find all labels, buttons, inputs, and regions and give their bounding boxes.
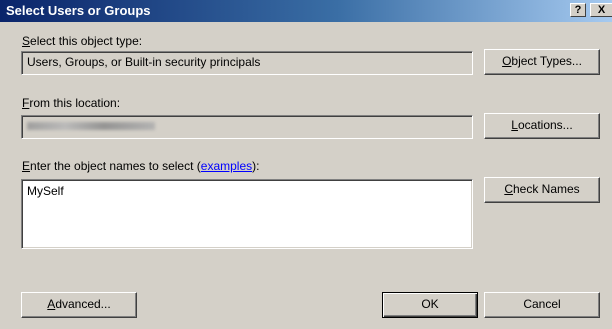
help-button[interactable]: ? (570, 3, 586, 17)
examples-link[interactable]: examples (201, 159, 252, 173)
locations-button-label: ocations... (517, 118, 573, 132)
locations-accesskey: L (511, 118, 518, 132)
names-accesskey: E (22, 159, 31, 173)
object-type-field: Users, Groups, or Built-in security prin… (21, 51, 473, 75)
names-label-suffix: ): (252, 159, 260, 173)
object-type-accesskey: S (22, 34, 31, 48)
locations-button[interactable]: Locations... (484, 113, 600, 139)
cancel-button-label: Cancel (523, 297, 561, 311)
object-types-button-label: bject Types... (511, 54, 582, 68)
check-names-accesskey: C (504, 182, 513, 196)
advanced-button-label: dvanced... (55, 297, 111, 311)
close-button[interactable]: X (590, 3, 612, 17)
object-names-input[interactable]: MySelf (21, 179, 473, 249)
object-type-value: Users, Groups, or Built-in security prin… (27, 55, 261, 69)
object-types-button[interactable]: Object Types... (484, 49, 600, 75)
help-icon: ? (574, 4, 582, 16)
object-names-value: MySelf (27, 184, 64, 198)
advanced-button[interactable]: Advanced... (21, 292, 137, 318)
check-names-button-label: heck Names (512, 182, 580, 196)
ok-button[interactable]: OK (382, 292, 478, 318)
object-type-label: Select this object type: (22, 34, 142, 48)
location-label: From this location: (22, 96, 120, 110)
object-type-label-text: elect this object type: (30, 34, 143, 48)
check-names-button[interactable]: Check Names (484, 177, 600, 203)
title-bar[interactable]: Select Users or Groups ? X (0, 0, 612, 22)
location-label-text: rom this location: (29, 96, 121, 110)
select-users-dialog: Select Users or Groups ? X Select this o… (0, 0, 612, 329)
dialog-title: Select Users or Groups (6, 3, 151, 18)
names-label-text: nter the object names to select ( (30, 159, 201, 173)
location-field (21, 115, 473, 139)
names-label: Enter the object names to select (exampl… (22, 159, 259, 173)
cancel-button[interactable]: Cancel (484, 292, 600, 318)
close-icon: X (597, 4, 606, 16)
location-value-obscured (27, 122, 155, 130)
ok-button-label: OK (421, 297, 439, 311)
